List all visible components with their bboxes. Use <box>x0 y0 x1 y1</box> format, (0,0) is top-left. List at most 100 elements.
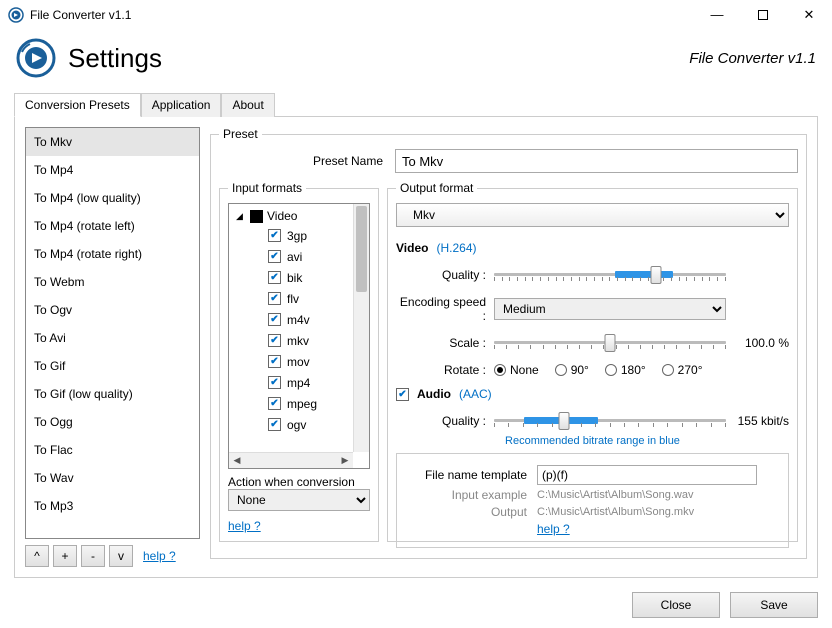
preset-editor: Preset Preset Name Input formats ◢Video … <box>210 127 807 567</box>
preset-item[interactable]: To Wav <box>26 464 199 492</box>
checkbox-icon[interactable]: ✔ <box>268 397 281 410</box>
filename-template-input[interactable] <box>537 465 757 485</box>
header-version: File Converter v1.1 <box>689 50 816 67</box>
rotate-90-radio[interactable]: 90° <box>555 363 589 377</box>
preset-item[interactable]: To Ogv <box>26 296 199 324</box>
encoding-speed-select[interactable]: Medium <box>494 298 726 320</box>
tree-scrollbar-horizontal[interactable]: ◀▶ <box>229 452 353 468</box>
checkbox-icon[interactable]: ✔ <box>268 376 281 389</box>
radio-icon <box>555 364 567 376</box>
encoding-speed-label: Encoding speed : <box>396 295 486 323</box>
preset-legend: Preset <box>219 127 262 141</box>
preset-name-input[interactable] <box>395 149 798 173</box>
rotate-180-radio[interactable]: 180° <box>605 363 646 377</box>
preset-item[interactable]: To Mp4 (rotate right) <box>26 240 199 268</box>
action-when-conversion-select[interactable]: None <box>228 489 370 511</box>
page-title: Settings <box>68 43 689 74</box>
preset-item[interactable]: To Ogg <box>26 408 199 436</box>
format-item[interactable]: ✔mkv <box>268 330 347 351</box>
checkbox-icon[interactable]: ✔ <box>268 250 281 263</box>
window-title: File Converter v1.1 <box>30 8 694 22</box>
tab-conversion-presets[interactable]: Conversion Presets <box>14 93 141 117</box>
output-format-select[interactable]: Mkv <box>396 203 789 227</box>
checkbox-icon[interactable]: ✔ <box>268 334 281 347</box>
checkbox-icon[interactable]: ✔ <box>268 271 281 284</box>
checkbox-icon[interactable]: ✔ <box>268 229 281 242</box>
format-item[interactable]: ✔3gp <box>268 225 347 246</box>
add-preset-button[interactable]: + <box>53 545 77 567</box>
video-quality-label: Quality : <box>396 268 486 282</box>
input-example-label: Input example <box>405 488 527 502</box>
audio-quality-slider[interactable] <box>494 409 726 433</box>
checkbox-mixed-icon[interactable] <box>250 210 263 223</box>
move-down-button[interactable]: v <box>109 545 133 567</box>
video-quality-slider[interactable] <box>494 263 726 287</box>
settings-page-icon <box>16 38 56 78</box>
preset-item[interactable]: To Webm <box>26 268 199 296</box>
preset-item[interactable]: To Gif (low quality) <box>26 380 199 408</box>
preset-item[interactable]: To Mp3 <box>26 492 199 520</box>
move-up-button[interactable]: ^ <box>25 545 49 567</box>
format-item[interactable]: ✔ogv <box>268 414 347 435</box>
video-section-title: Video <box>396 241 428 255</box>
checkbox-icon[interactable]: ✔ <box>268 355 281 368</box>
preset-item[interactable]: To Gif <box>26 352 199 380</box>
checkbox-icon[interactable]: ✔ <box>268 313 281 326</box>
scale-slider[interactable] <box>494 331 726 355</box>
preset-list[interactable]: To Mkv To Mp4 To Mp4 (low quality) To Mp… <box>25 127 200 539</box>
rotate-label: Rotate : <box>396 363 486 377</box>
template-help-link[interactable]: help ? <box>537 522 570 536</box>
preset-help-link[interactable]: help ? <box>143 549 176 563</box>
close-button[interactable]: Close <box>632 592 720 618</box>
format-item[interactable]: ✔flv <box>268 288 347 309</box>
tab-application[interactable]: Application <box>141 93 222 117</box>
preset-item[interactable]: To Mkv <box>26 128 199 156</box>
radio-icon <box>605 364 617 376</box>
format-item[interactable]: ✔bik <box>268 267 347 288</box>
checkbox-icon[interactable]: ✔ <box>268 292 281 305</box>
filename-template-label: File name template <box>405 468 527 482</box>
audio-enable-checkbox[interactable]: ✔ <box>396 388 409 401</box>
format-item[interactable]: ✔m4v <box>268 309 347 330</box>
preset-name-label: Preset Name <box>219 154 383 168</box>
collapse-icon[interactable]: ◢ <box>236 211 246 222</box>
format-item[interactable]: ✔mpeg <box>268 393 347 414</box>
app-icon <box>8 7 24 23</box>
input-example-value: C:\Music\Artist\Album\Song.wav <box>537 489 780 501</box>
preset-item[interactable]: To Mp4 (low quality) <box>26 184 199 212</box>
close-window-button[interactable]: ✕ <box>786 0 832 30</box>
audio-quality-value: 155 kbit/s <box>734 414 789 428</box>
save-button[interactable]: Save <box>730 592 818 618</box>
maximize-button[interactable] <box>740 0 786 30</box>
checkbox-icon[interactable]: ✔ <box>268 418 281 431</box>
video-codec-label: (H.264) <box>436 241 476 255</box>
remove-preset-button[interactable]: - <box>81 545 105 567</box>
preset-list-buttons: ^ + - v help ? <box>25 545 200 567</box>
scroll-left-icon[interactable]: ◀ <box>231 455 243 467</box>
main-frame: To Mkv To Mp4 To Mp4 (low quality) To Mp… <box>14 116 818 578</box>
format-item[interactable]: ✔mov <box>268 351 347 372</box>
preset-item[interactable]: To Mp4 (rotate left) <box>26 212 199 240</box>
rotate-270-radio[interactable]: 270° <box>662 363 703 377</box>
input-formats-tree[interactable]: ◢Video ✔3gp ✔avi ✔bik ✔flv ✔m4v ✔mkv ✔mo… <box>228 203 370 469</box>
rotate-none-radio[interactable]: None <box>494 363 539 377</box>
preset-item[interactable]: To Avi <box>26 324 199 352</box>
audio-section-title: Audio <box>417 387 451 401</box>
format-item[interactable]: ✔avi <box>268 246 347 267</box>
output-format-legend: Output format <box>396 181 477 195</box>
preset-item[interactable]: To Mp4 <box>26 156 199 184</box>
input-formats-help-link[interactable]: help ? <box>228 519 261 533</box>
minimize-button[interactable]: — <box>694 0 740 30</box>
action-when-conversion-label: Action when conversion <box>228 475 370 489</box>
format-item[interactable]: ✔mp4 <box>268 372 347 393</box>
preset-item[interactable]: To Flac <box>26 436 199 464</box>
audio-quality-label: Quality : <box>396 414 486 428</box>
preset-column: To Mkv To Mp4 To Mp4 (low quality) To Mp… <box>25 127 200 567</box>
tree-scrollbar-vertical[interactable] <box>353 204 369 452</box>
audio-codec-label: (AAC) <box>459 387 492 401</box>
scroll-right-icon[interactable]: ▶ <box>339 455 351 467</box>
radio-icon <box>494 364 506 376</box>
recommended-bitrate-note: Recommended bitrate range in blue <box>396 435 789 447</box>
tab-about[interactable]: About <box>221 93 274 117</box>
tree-node-video[interactable]: ◢Video <box>236 207 347 225</box>
